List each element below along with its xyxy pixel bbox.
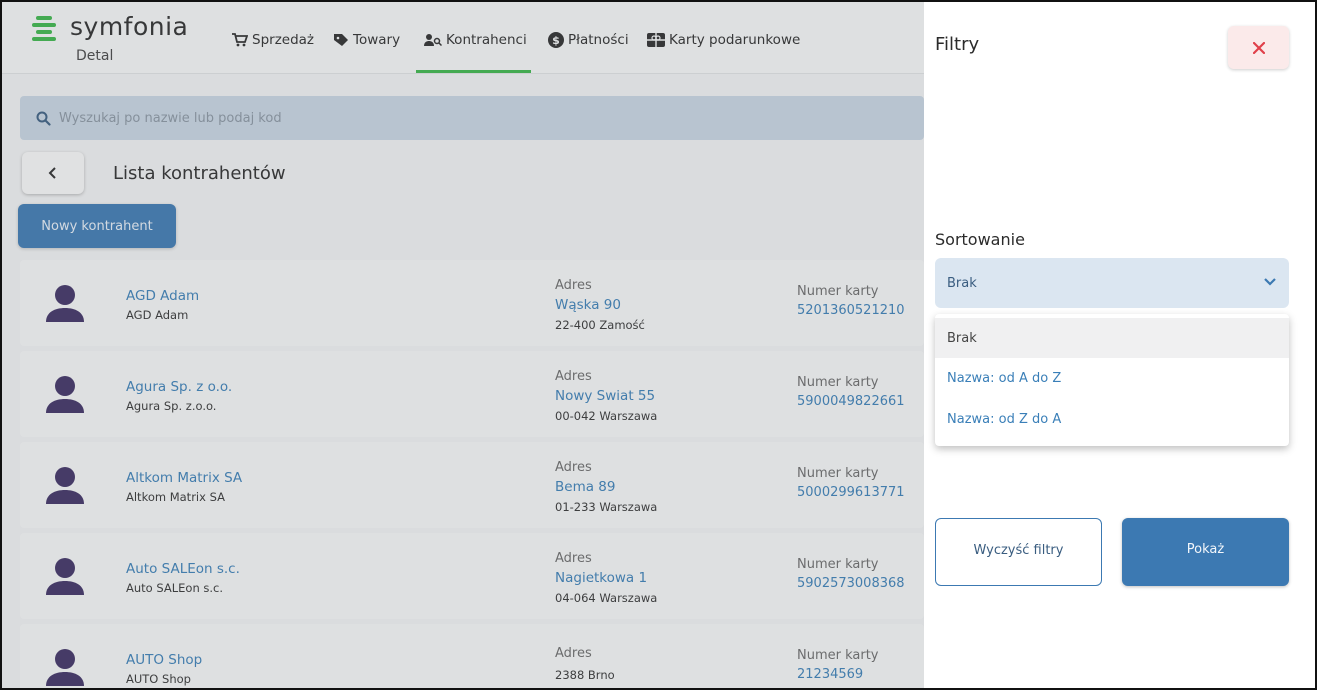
modal-backdrop[interactable] xyxy=(2,2,924,688)
sort-select[interactable]: Brak xyxy=(935,258,1289,308)
close-button[interactable] xyxy=(1228,26,1289,69)
window: symfonia Detal Sprzedaż Towary Kontrahen… xyxy=(0,0,1317,690)
filter-panel-title: Filtry xyxy=(935,34,980,55)
sort-selected-value: Brak xyxy=(947,275,977,291)
show-button[interactable]: Pokaż xyxy=(1122,518,1289,586)
sort-option-none[interactable]: Brak xyxy=(935,318,1289,358)
close-icon xyxy=(1252,41,1265,54)
filter-panel: Filtry Sortowanie Brak Brak Nazwa: od A … xyxy=(924,2,1315,688)
sort-dropdown-menu: Brak Nazwa: od A do Z Nazwa: od Z do A xyxy=(935,314,1289,446)
main-app: symfonia Detal Sprzedaż Towary Kontrahen… xyxy=(2,2,924,688)
sort-label: Sortowanie xyxy=(935,230,1025,249)
chevron-down-icon xyxy=(1264,278,1276,286)
sort-option-z-to-a[interactable]: Nazwa: od Z do A xyxy=(935,399,1289,439)
sort-option-a-to-z[interactable]: Nazwa: od A do Z xyxy=(935,358,1289,398)
clear-filters-button[interactable]: Wyczyść filtry xyxy=(935,518,1102,586)
